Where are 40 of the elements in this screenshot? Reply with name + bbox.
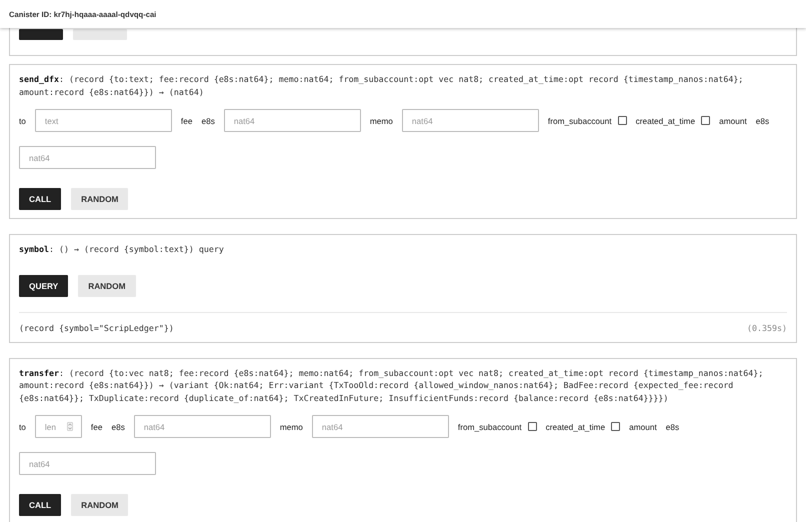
- method-signature: send_dfx: (record {to:text; fee:record {e8s:nat64}; memo:nat64; from_subaccount:opt vec nat8; created_at_time:opt record {timestamp_nanos:nat64}; amount:record {e8s:nat64}}) → (nat64): [19, 73, 744, 98]
- method-signature: transfer: (record {to:vec nat8; fee:record {e8s:nat64}; memo:nat64; from_subaccount:opt vec nat8; created_at_time:opt record {timestamp_nanos:nat64}; amount:record {e8s:nat64}}) → (variant {Ok:nat64; Err:variant {TxTooOld:record {allowed_window_nanos:nat64}; BadFee:record {expected_fee:record {e8s:nat64}}; TxDuplicate:record {duplicate_of:nat64}; TxCreatedInFuture; InsufficientFunds:record {balance:record {e8s:nat64}}}}): [19, 366, 764, 404]
- field-label: fee: [180, 116, 192, 126]
- query-button[interactable]: QUERY: [19, 274, 68, 296]
- random-button[interactable]: RANDOM: [71, 188, 128, 210]
- random-button[interactable]: RANDOM: [78, 274, 136, 296]
- spinner-icon[interactable]: [66, 422, 73, 431]
- field-label: e8s: [756, 116, 770, 126]
- checkbox[interactable]: [701, 116, 710, 125]
- field-label: to: [19, 422, 26, 432]
- field-label: to: [19, 116, 26, 126]
- field-label: e8s: [666, 422, 680, 432]
- checkbox[interactable]: [528, 422, 537, 431]
- field-label: amount: [629, 422, 657, 432]
- field-label: fee: [90, 422, 102, 432]
- input-field[interactable]: nat64: [19, 452, 156, 475]
- checkbox[interactable]: [618, 116, 627, 125]
- number-field[interactable]: len: [34, 415, 82, 438]
- field-label: memo: [280, 422, 303, 432]
- random-button[interactable]: RANDOM: [71, 494, 128, 516]
- field-label: created_at_time: [636, 116, 696, 126]
- call-button[interactable]: CALL: [19, 188, 62, 210]
- result-time: (0.359s): [747, 322, 787, 334]
- field-label: from_subaccount: [548, 116, 612, 126]
- field-label: from_subaccount: [458, 422, 522, 432]
- input-field[interactable]: nat64: [312, 415, 449, 438]
- field-label: e8s: [111, 422, 125, 432]
- input-field[interactable]: nat64: [19, 146, 156, 169]
- input-field[interactable]: text: [34, 109, 172, 132]
- checkbox[interactable]: [611, 422, 620, 431]
- field-label: created_at_time: [546, 422, 606, 432]
- field-label: amount: [719, 116, 747, 126]
- input-field[interactable]: nat64: [402, 109, 539, 132]
- call-button[interactable]: CALL: [19, 494, 62, 516]
- result-value: (record {symbol="ScripLedger"}): [19, 322, 174, 334]
- input-field[interactable]: nat64: [224, 109, 361, 132]
- field-label: e8s: [201, 116, 215, 126]
- input-field[interactable]: nat64: [134, 415, 271, 438]
- field-label: memo: [370, 116, 393, 126]
- method-signature: symbol: () → (record {symbol:text}) query: [19, 243, 225, 256]
